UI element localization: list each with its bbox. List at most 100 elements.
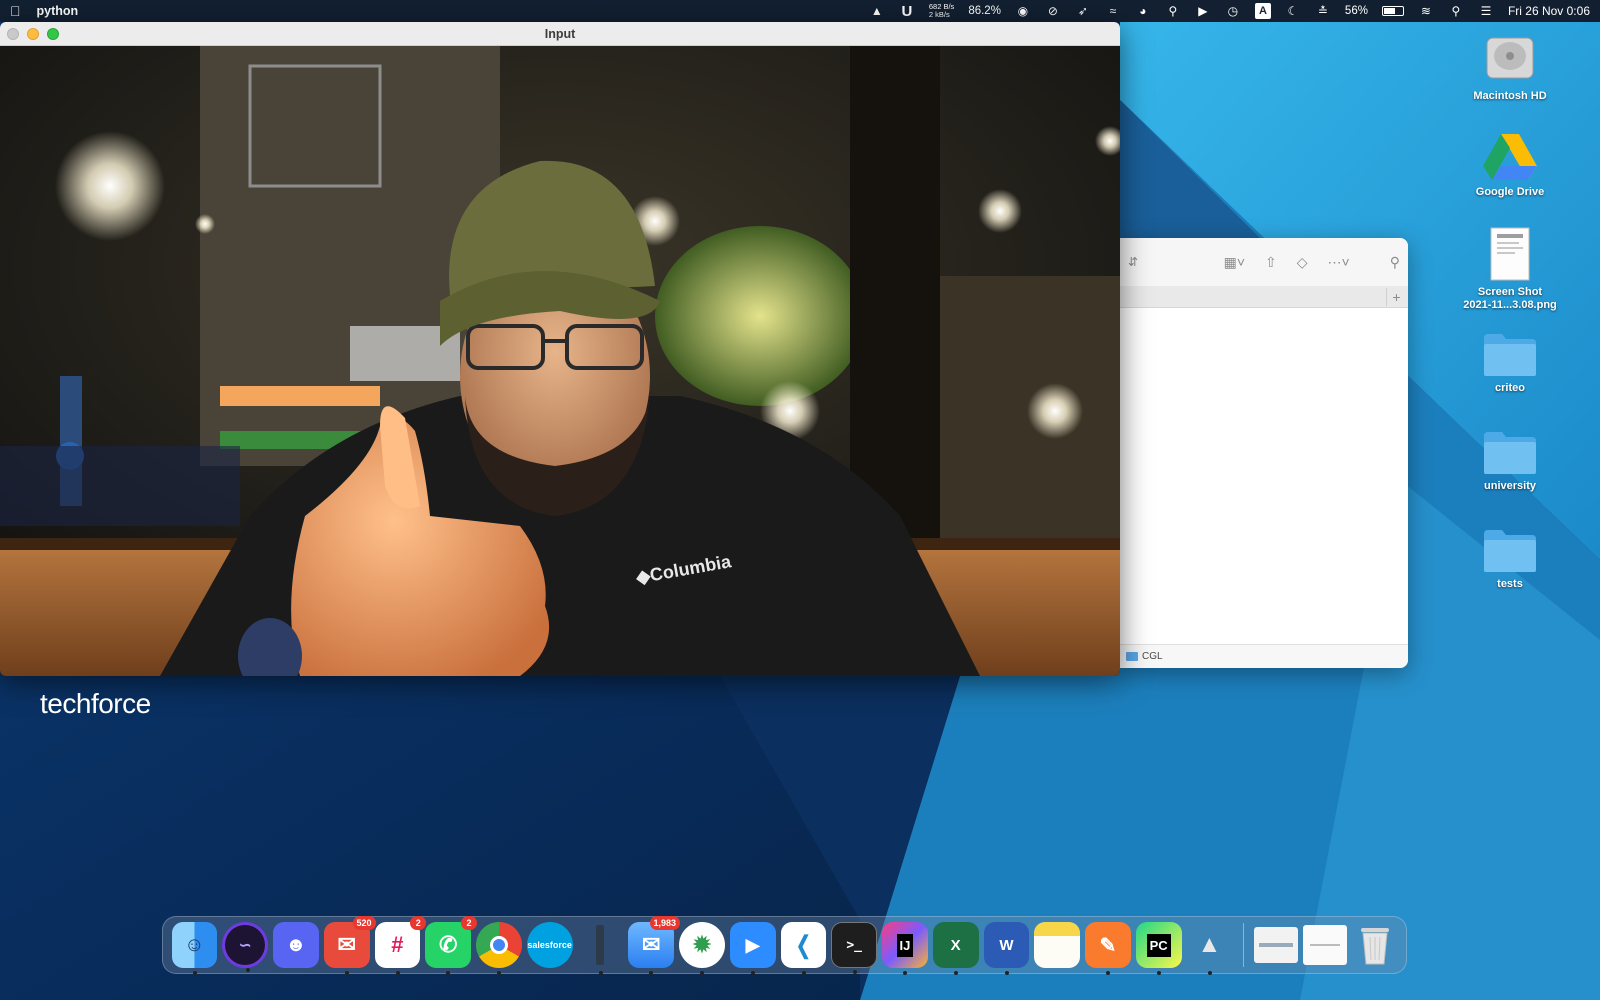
dock-discord[interactable]: ☻ (273, 922, 319, 968)
finder-path-bar: CGL (1120, 644, 1408, 668)
desktop-icon-macintosh-hd[interactable]: Macintosh HD (1458, 30, 1562, 103)
dock: ☺ ∽ ☻ ✉ 520 # 2 ✆ 2 salesforce ✉ 1,983 ✹… (162, 916, 1407, 975)
network-icon: ✹ (692, 932, 712, 957)
discord-icon: ☻ (285, 933, 307, 956)
airdrop-icon[interactable]: ≈ (1105, 3, 1121, 19)
key-icon[interactable]: ⚲ (1165, 3, 1181, 19)
zoom-button[interactable] (47, 28, 59, 40)
menu-bar:  python ▲ U 682 B/s 2 kB/s 86.2% ◉ ⊘ ➶ … (0, 0, 1600, 22)
focus-icon[interactable]: ⊘ (1045, 3, 1061, 19)
video-camera-icon: ▶ (745, 934, 760, 955)
finder-tab-bar: + (1120, 286, 1408, 308)
google-drive-icon (1483, 134, 1537, 180)
whatsapp-icon: ✆ (438, 932, 458, 957)
hard-drive-icon (1486, 37, 1534, 79)
dock-server-app[interactable] (578, 922, 624, 975)
document-icon (1490, 227, 1530, 281)
battery-percent[interactable]: 56% (1345, 5, 1368, 17)
pen-icon: ✎ (1099, 934, 1117, 957)
dock-salesforce[interactable]: salesforce (526, 922, 573, 968)
notification-badge: 1,983 (649, 916, 681, 930)
path-item-folder[interactable]: CGL (1142, 651, 1163, 662)
desktop-icon-university[interactable]: university (1458, 428, 1562, 493)
dock-minimized-window-1[interactable] (1254, 927, 1299, 963)
word-label: W (999, 936, 1014, 954)
notification-badge: 2 (461, 916, 478, 930)
dock-intellij[interactable]: IJ (882, 922, 928, 975)
dock-trash[interactable] (1352, 922, 1398, 968)
desktop-icon-label: Screen Shot 2021-11...3.08.png (1463, 286, 1557, 311)
dock-excel[interactable]: X (932, 922, 979, 975)
dock-vscode[interactable]: ❬ (780, 922, 827, 975)
network-speed[interactable]: 682 B/s 2 kB/s (929, 3, 954, 19)
dock-network-app[interactable]: ✹ (679, 922, 725, 975)
desktop-icon-label: tests (1497, 578, 1523, 590)
desktop-icon-screenshot[interactable]: Screen Shot 2021-11...3.08.png (1458, 226, 1562, 312)
finder-window[interactable]: ⇵ ▦˅ ⇧ ◇ ⋯˅ ⚲ + CGL (1120, 238, 1408, 668)
globe-icon[interactable]: ◕ (1135, 3, 1151, 19)
trash-icon (1360, 928, 1389, 965)
window-title: Input (544, 26, 576, 41)
dock-terminal[interactable]: >_ (831, 922, 878, 974)
dock-insomnia[interactable]: ∽ (222, 922, 269, 972)
dock-pycharm[interactable]: PC (1135, 922, 1182, 975)
search-icon[interactable]: ⚲ (1390, 254, 1400, 271)
folder-icon (1126, 652, 1138, 661)
input-window[interactable]: Input ◆Columbia (0, 22, 1120, 676)
finder-file-area[interactable] (1120, 308, 1408, 644)
bluetooth-icon[interactable]: ≛ (1315, 3, 1331, 19)
view-grid-icon[interactable]: ▦˅ (1224, 254, 1245, 271)
desktop-icon-google-drive[interactable]: Google Drive (1458, 130, 1562, 199)
desktop-icon-tests[interactable]: tests (1458, 526, 1562, 591)
new-tab-button[interactable]: + (1386, 288, 1406, 306)
server-icon (596, 925, 605, 965)
logo-part-force: force (90, 688, 151, 719)
share-icon[interactable]: ⇧ (1265, 254, 1277, 271)
folder-icon (1484, 530, 1536, 572)
desktop-icon-label: Google Drive (1475, 186, 1545, 198)
dock-chrome[interactable] (476, 922, 522, 975)
excel-label: X (950, 936, 961, 954)
status-u-icon[interactable]: U (899, 3, 915, 20)
apple-menu-icon[interactable]:  (10, 3, 21, 19)
control-center-icon[interactable]: ☰ (1478, 3, 1494, 19)
pin-icon[interactable]: ➶ (1075, 3, 1091, 19)
dock-word[interactable]: W (983, 922, 1030, 975)
terminal-label: >_ (846, 937, 862, 953)
net-up: 2 kB/s (928, 10, 950, 19)
more-options-icon[interactable]: ⋯˅ (1328, 254, 1350, 271)
dock-finder[interactable]: ☺ (171, 922, 218, 975)
desktop-icon-criteo[interactable]: criteo (1458, 330, 1562, 395)
dock-mail[interactable]: ✉ 1,983 (628, 916, 681, 975)
dock-sketch-app[interactable]: ✎ (1085, 922, 1131, 975)
wifi-icon[interactable]: ≋ (1418, 3, 1434, 19)
record-icon[interactable]: ◉ (1015, 3, 1031, 19)
time-machine-icon[interactable]: ◷ (1225, 3, 1241, 19)
app-menu-name[interactable]: python (37, 4, 79, 18)
input-source-icon[interactable]: A (1254, 3, 1271, 19)
sort-chevron-icon[interactable]: ⇵ (1128, 255, 1138, 269)
dock-minimized-window-2[interactable] (1303, 925, 1347, 965)
close-button[interactable] (7, 28, 19, 40)
desktop-icon-label: Macintosh HD (1473, 90, 1547, 102)
dock-whatsapp[interactable]: ✆ 2 (425, 916, 478, 975)
dock-spark-mail[interactable]: ✉ 520 (323, 916, 376, 975)
insomnia-icon: ∽ (238, 937, 252, 954)
moon-icon[interactable]: ☾ (1285, 3, 1301, 19)
cpu-usage[interactable]: 86.2% (968, 5, 1001, 17)
battery-icon[interactable] (1381, 6, 1404, 16)
status-a-icon[interactable]: ▲ (869, 3, 885, 19)
window-titlebar[interactable]: Input (0, 22, 1120, 46)
dock-python-rocket[interactable]: ▲ (1187, 922, 1233, 975)
vscode-icon: ❬ (793, 931, 814, 959)
dock-notes[interactable] (1034, 922, 1081, 968)
window-thumbnail-icon (1259, 943, 1294, 947)
dock-zoom[interactable]: ▶ (729, 922, 776, 975)
minimize-button[interactable] (27, 28, 39, 40)
dock-slack[interactable]: # 2 (374, 916, 427, 975)
spotlight-icon[interactable]: ⚲ (1448, 3, 1464, 19)
rocket-icon: ▲ (1197, 931, 1222, 958)
menubar-clock[interactable]: Fri 26 Nov 0:06 (1508, 4, 1590, 18)
play-icon[interactable]: ▶ (1195, 3, 1211, 19)
tag-icon[interactable]: ◇ (1297, 254, 1308, 271)
